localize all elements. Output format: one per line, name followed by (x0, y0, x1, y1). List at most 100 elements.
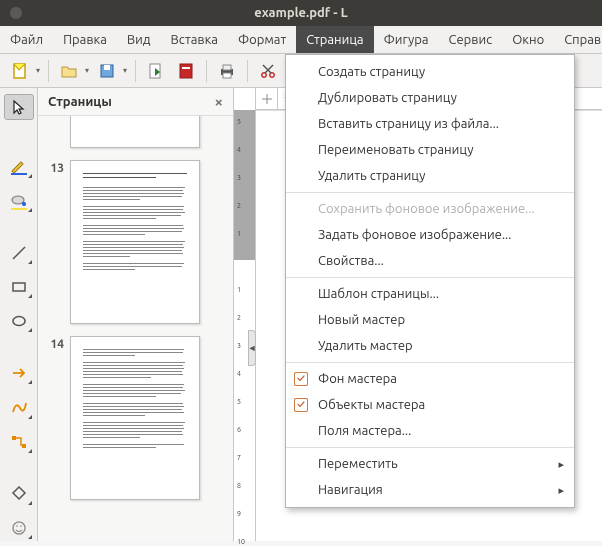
open-dropdown[interactable]: ▾ (83, 66, 91, 75)
smiley-icon (10, 519, 28, 537)
menu-item[interactable]: Создать страницу (286, 59, 574, 85)
fill-color-tool[interactable] (4, 188, 34, 214)
save-button[interactable] (93, 58, 121, 84)
page-thumbnail[interactable] (70, 336, 200, 500)
panel-collapse-handle[interactable]: ◄ (248, 330, 256, 366)
basic-shapes-tool[interactable] (4, 480, 34, 506)
menu-item-label: Сохранить фоновое изображение... (318, 202, 535, 216)
export-direct-button[interactable] (172, 58, 200, 84)
menu-item-label: Шаблон страницы... (318, 287, 439, 301)
pages-panel-title: Страницы (48, 95, 112, 109)
cut-button[interactable] (254, 58, 282, 84)
export-pdf-icon (147, 62, 165, 80)
ruler-v-label: 3 (237, 342, 241, 350)
connector-tool[interactable] (4, 429, 34, 455)
menu-edit[interactable]: Правка (53, 26, 117, 53)
menu-item-label: Навигация (318, 483, 383, 497)
menu-item[interactable]: Переименовать страницу (286, 137, 574, 163)
bucket-icon (9, 192, 29, 210)
menu-view[interactable]: Вид (117, 26, 161, 53)
line-tool[interactable] (4, 239, 34, 265)
vertical-ruler: 5432112345678910 (234, 88, 256, 541)
ruler-v-label: 5 (237, 118, 241, 126)
menu-format[interactable]: Формат (228, 26, 296, 53)
menu-item-label: Новый мастер (318, 313, 405, 327)
pdf-icon (177, 62, 195, 80)
menubar: Файл Правка Вид Вставка Формат Страница … (0, 26, 602, 54)
ellipse-tool[interactable] (4, 308, 34, 334)
folder-open-icon (60, 62, 78, 80)
menu-shape[interactable]: Фигура (374, 26, 439, 53)
ellipse-icon (10, 312, 28, 330)
menu-item[interactable]: Шаблон страницы... (286, 281, 574, 307)
open-button[interactable] (55, 58, 83, 84)
menu-item-label: Удалить страницу (318, 169, 425, 183)
menu-separator (286, 192, 574, 193)
window-close-button[interactable] (10, 7, 22, 19)
page-thumbnail[interactable] (70, 116, 200, 148)
menu-tools[interactable]: Сервис (439, 26, 503, 53)
print-button[interactable] (213, 58, 241, 84)
menu-item[interactable]: Поля мастера... (286, 418, 574, 444)
ruler-v-label: 10 (237, 538, 245, 546)
menu-help[interactable]: Справка (554, 26, 602, 53)
checkbox-icon: ✓ (294, 372, 308, 386)
menu-item-label: Вставить страницу из файла... (318, 117, 499, 131)
new-document-button[interactable] (6, 58, 34, 84)
window-title: example.pdf - L (254, 6, 347, 20)
toolbar-separator (48, 60, 49, 82)
ruler-v-label: 1 (237, 286, 241, 294)
menu-item-label: Создать страницу (318, 65, 425, 79)
line-color-tool[interactable] (4, 153, 34, 179)
save-dropdown[interactable]: ▾ (121, 66, 129, 75)
ruler-v-label: 2 (237, 314, 241, 322)
pages-panel-body[interactable]: 13 14 (38, 116, 233, 541)
checkbox-icon: ✓ (294, 398, 308, 412)
line-icon (10, 244, 28, 262)
menu-item[interactable]: Удалить мастер (286, 333, 574, 359)
pages-panel: Страницы × 13 (38, 88, 234, 541)
curve-tool[interactable] (4, 394, 34, 420)
menu-item[interactable]: Задать фоновое изображение... (286, 222, 574, 248)
menu-item[interactable]: Свойства... (286, 248, 574, 274)
menu-item-label: Свойства... (318, 254, 384, 268)
menu-item[interactable]: Дублировать страницу (286, 85, 574, 111)
menu-item[interactable]: Навигация▸ (286, 477, 574, 503)
pages-panel-close[interactable]: × (215, 93, 223, 110)
menu-item[interactable]: ✓ Объекты мастера (286, 392, 574, 418)
menu-separator (286, 277, 574, 278)
menu-item[interactable]: Новый мастер (286, 307, 574, 333)
new-document-dropdown[interactable]: ▾ (34, 66, 42, 75)
menu-item-label: Объекты мастера (318, 398, 425, 412)
pencil-icon (9, 157, 29, 175)
page-thumbnail[interactable] (70, 160, 200, 324)
export-pdf-button[interactable] (142, 58, 170, 84)
menu-item[interactable]: Вставить страницу из файла... (286, 111, 574, 137)
menu-file[interactable]: Файл (0, 26, 53, 53)
curve-icon (10, 398, 28, 416)
ruler-v-label: 9 (237, 510, 241, 518)
menu-insert[interactable]: Вставка (160, 26, 227, 53)
cursor-icon (10, 98, 28, 116)
ruler-v-label: 7 (237, 454, 241, 462)
tool-sidebar (0, 88, 38, 541)
menu-item[interactable]: Удалить страницу (286, 163, 574, 189)
new-doc-icon (11, 62, 29, 80)
menu-item: Сохранить фоновое изображение... (286, 196, 574, 222)
arrow-icon (10, 364, 28, 382)
submenu-arrow-icon: ▸ (558, 458, 564, 471)
rect-tool[interactable] (4, 274, 34, 300)
connector-icon (10, 433, 28, 451)
select-tool[interactable] (4, 94, 34, 120)
menu-page[interactable]: Страница (296, 26, 373, 53)
symbol-tool[interactable] (4, 515, 34, 541)
arrow-tool[interactable] (4, 360, 34, 386)
menu-item-label: Удалить мастер (318, 339, 413, 353)
menu-item[interactable]: ✓Фон мастера (286, 366, 574, 392)
ruler-v-label: 5 (237, 398, 241, 406)
ruler-origin[interactable] (256, 88, 278, 110)
menu-item[interactable]: Переместить▸ (286, 451, 574, 477)
menu-window[interactable]: Окно (502, 26, 554, 53)
page-thumb-row: 14 (42, 336, 229, 500)
ruler-v-label: 3 (237, 174, 241, 182)
